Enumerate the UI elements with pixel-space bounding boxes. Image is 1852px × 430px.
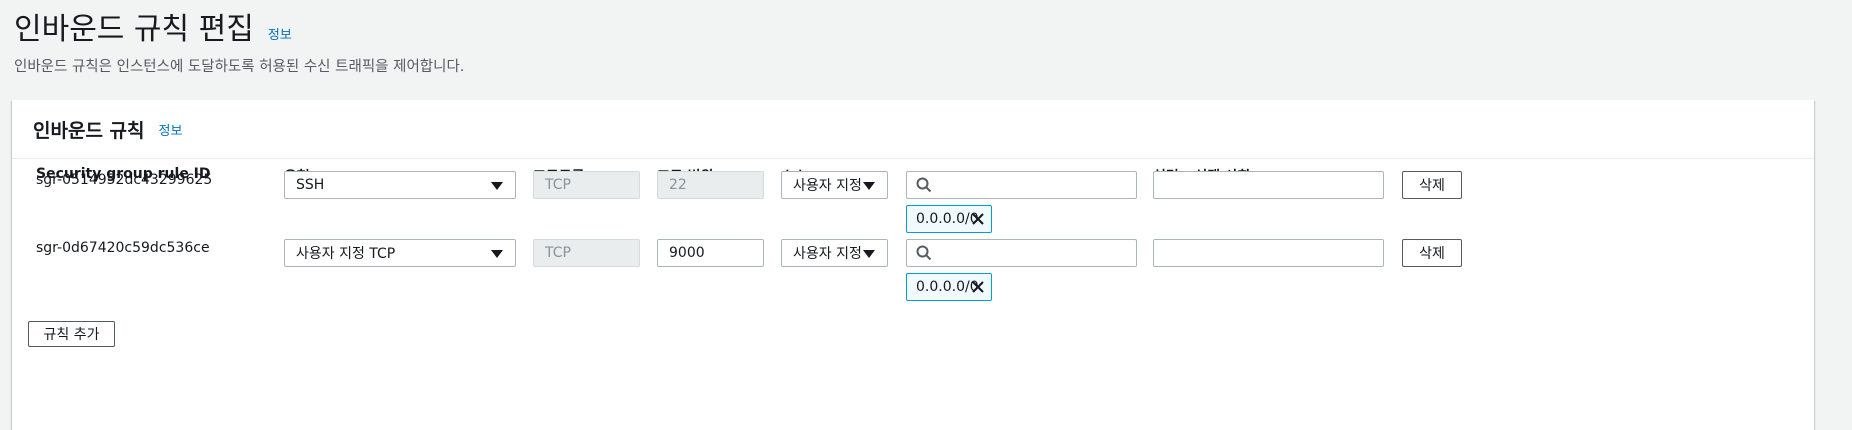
close-icon[interactable] (971, 212, 985, 226)
type-select-value: 사용자 지정 TCP (296, 246, 396, 262)
search-icon (916, 177, 932, 193)
cidr-token: 0.0.0.0/0 (906, 273, 992, 301)
search-icon (916, 245, 932, 261)
caret-down-icon (491, 250, 503, 258)
source-type-select[interactable]: 사용자 지정 (781, 171, 888, 199)
protocol-field: TCP (533, 239, 640, 267)
type-select-value: SSH (296, 177, 325, 193)
panel-title-info-link[interactable]: 정보 (159, 120, 183, 139)
panel-header: 인바운드 규칙 정보 (12, 100, 1814, 159)
cidr-token-label: 0.0.0.0/0 (916, 211, 979, 227)
protocol-field: TCP (533, 171, 640, 199)
caret-down-icon (863, 250, 875, 258)
source-type-select-value: 사용자 지정 (793, 178, 862, 194)
source-search-input[interactable] (939, 242, 1132, 266)
page-title: 인바운드 규칙 편집 정보 (14, 4, 292, 48)
port-range-field: 22 (657, 171, 764, 199)
source-search-field[interactable] (906, 239, 1137, 267)
description-input[interactable] (1153, 239, 1384, 267)
type-select[interactable]: SSH (284, 171, 516, 199)
page-title-text: 인바운드 규칙 편집 (14, 12, 254, 47)
rule-id: sgr-0d67420c59dc536ce (36, 240, 210, 256)
type-select[interactable]: 사용자 지정 TCP (284, 239, 516, 267)
page-description: 인바운드 규칙은 인스턴스에 도달하도록 허용된 수신 트래픽을 제어합니다. (14, 59, 465, 75)
caret-down-icon (491, 182, 503, 190)
add-rule-button[interactable]: 규칙 추가 (28, 321, 115, 347)
rule-id: sgr-0514952dc43299625 (36, 172, 213, 188)
close-icon[interactable] (971, 280, 985, 294)
source-search-field[interactable] (906, 171, 1137, 199)
inbound-rules-panel: 인바운드 규칙 정보 Security group rule ID 유형 정보 … (12, 100, 1814, 430)
delete-rule-button[interactable]: 삭제 (1402, 171, 1462, 199)
source-search-input[interactable] (939, 174, 1132, 198)
source-type-select[interactable]: 사용자 지정 (781, 239, 888, 267)
port-range-input[interactable] (657, 239, 764, 267)
source-type-select-value: 사용자 지정 (793, 246, 862, 262)
cidr-token-label: 0.0.0.0/0 (916, 279, 979, 295)
caret-down-icon (863, 182, 875, 190)
page-title-info-link[interactable]: 정보 (268, 24, 292, 43)
description-input[interactable] (1153, 171, 1384, 199)
panel-title: 인바운드 규칙 (33, 119, 145, 142)
cidr-token: 0.0.0.0/0 (906, 205, 992, 233)
delete-rule-button[interactable]: 삭제 (1402, 239, 1462, 267)
